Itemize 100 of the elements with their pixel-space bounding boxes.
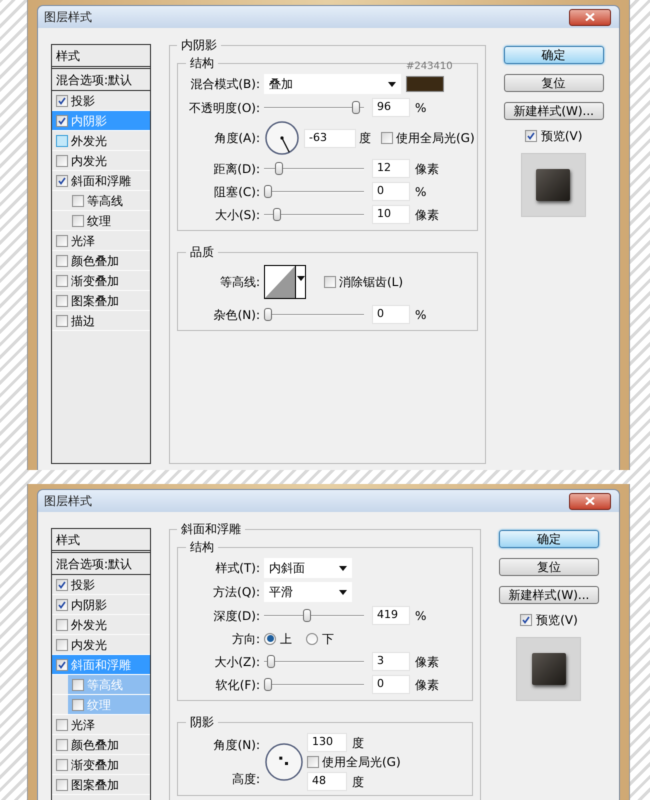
checkbox[interactable] [56,294,68,306]
style-list-item[interactable]: 混合选项:默认 [52,553,150,575]
checkbox[interactable] [381,132,393,144]
field-label: 大小(Z): [213,654,261,670]
value-field[interactable]: 12 [372,159,410,178]
style-list-item[interactable]: 斜面和浮雕 [52,171,150,190]
slider-track[interactable] [264,654,364,668]
style-list-item[interactable]: 内阴影 [52,595,150,614]
style-list-item[interactable]: 内发光 [52,151,150,170]
value-field[interactable]: 3 [372,652,410,671]
dialog-button[interactable]: 确定 [499,530,599,548]
style-list-item[interactable]: 投影 [52,575,150,594]
value-field[interactable]: 0 [372,675,410,694]
slider-thumb[interactable] [264,308,272,320]
slider-track[interactable] [264,162,364,176]
checkbox[interactable] [524,130,537,142]
slider-track[interactable] [264,308,364,322]
style-list-item[interactable]: 外发光 [52,131,150,150]
slider-thumb[interactable] [273,208,282,220]
checkbox[interactable] [56,578,68,590]
dropdown[interactable]: 内斜面 [264,558,352,578]
checkbox[interactable] [520,614,532,626]
value-field[interactable]: 96 [372,98,410,117]
checkbox[interactable] [56,154,68,166]
checkbox[interactable] [56,254,68,266]
checkbox-label: 使用全局光(G) [396,130,475,147]
contour-picker[interactable] [264,265,306,299]
slider-track[interactable] [264,100,364,114]
slider-thumb[interactable] [302,608,311,622]
dialog-button[interactable]: 新建样式(W)... [499,586,599,604]
slider-thumb[interactable] [275,162,284,174]
angle-dial[interactable] [264,120,300,156]
checkbox[interactable] [56,718,68,730]
checkbox[interactable] [56,778,68,790]
radio-button[interactable] [264,632,276,644]
slider-track[interactable] [264,678,364,692]
checkbox[interactable] [56,94,68,106]
style-list-item[interactable]: 等高线 [68,191,150,210]
checkbox[interactable] [56,658,68,670]
style-list-item[interactable]: 外发光 [52,615,150,634]
checkbox[interactable] [56,314,68,326]
dropdown[interactable]: 叠加 [264,74,401,94]
slider-track[interactable] [264,208,364,222]
unit-label: 像素 [415,676,439,694]
value-field[interactable]: 48 [307,772,347,791]
style-list-header[interactable]: 样式 [52,45,150,69]
value-field[interactable]: 10 [372,205,410,224]
checkbox[interactable] [56,738,68,750]
angle-dial[interactable] [264,742,304,782]
checkbox[interactable] [307,756,319,768]
close-button[interactable] [569,8,611,26]
style-list-item[interactable]: 投影 [52,91,150,110]
checkbox[interactable] [56,598,68,610]
checkbox[interactable] [56,174,68,186]
style-list-item[interactable]: 描边 [52,311,150,330]
value-field[interactable]: 0 [372,305,410,324]
checkbox[interactable] [56,134,68,146]
checkbox[interactable] [72,194,84,206]
slider-thumb[interactable] [352,100,360,114]
style-list-item[interactable]: 图案叠加 [52,775,150,794]
slider-track[interactable] [264,184,364,198]
value-field[interactable]: 419 [372,606,410,625]
style-list-item[interactable]: 图案叠加 [52,291,150,310]
value-field[interactable]: -63 [304,128,356,148]
style-list-item[interactable]: 光泽 [52,231,150,250]
checkbox[interactable] [56,638,68,650]
style-list-header[interactable]: 样式 [52,529,150,553]
slider-track[interactable] [264,608,364,622]
slider-thumb[interactable] [264,678,272,690]
style-list-item[interactable]: 颜色叠加 [52,251,150,270]
checkbox[interactable] [324,276,336,288]
dropdown[interactable]: 平滑 [264,582,352,602]
checkbox[interactable] [72,214,84,226]
style-list-item[interactable]: 渐变叠加 [52,271,150,290]
dialog-button[interactable]: 复位 [504,74,604,92]
style-list-item[interactable]: 混合选项:默认 [52,69,150,91]
dialog-button[interactable]: 复位 [499,558,599,576]
slider-thumb[interactable] [266,654,275,668]
checkbox-label: 使用全局光(G) [322,754,401,771]
dialog-button[interactable]: 确定 [504,46,604,64]
value-field[interactable]: 0 [372,182,410,201]
value-field[interactable]: 130 [307,733,347,752]
dialog-button[interactable]: 新建样式(W)... [504,102,604,120]
style-list-item[interactable]: 纹理 [68,211,150,230]
color-swatch[interactable] [406,76,444,92]
slider-thumb[interactable] [264,184,272,198]
checkbox[interactable] [72,698,84,710]
style-list-item[interactable]: 渐变叠加 [52,755,150,774]
checkbox[interactable] [56,618,68,630]
checkbox[interactable] [56,234,68,246]
style-list-item[interactable]: 内发光 [52,635,150,654]
close-button[interactable] [569,492,611,510]
radio-button[interactable] [306,632,318,644]
checkbox[interactable] [56,274,68,286]
style-list-item[interactable]: 光泽 [52,715,150,734]
field-label: 角度(A): [213,130,261,147]
checkbox[interactable] [56,758,68,770]
checkbox[interactable] [56,114,68,126]
checkbox[interactable] [72,678,84,690]
style-list-item[interactable]: 颜色叠加 [52,735,150,754]
